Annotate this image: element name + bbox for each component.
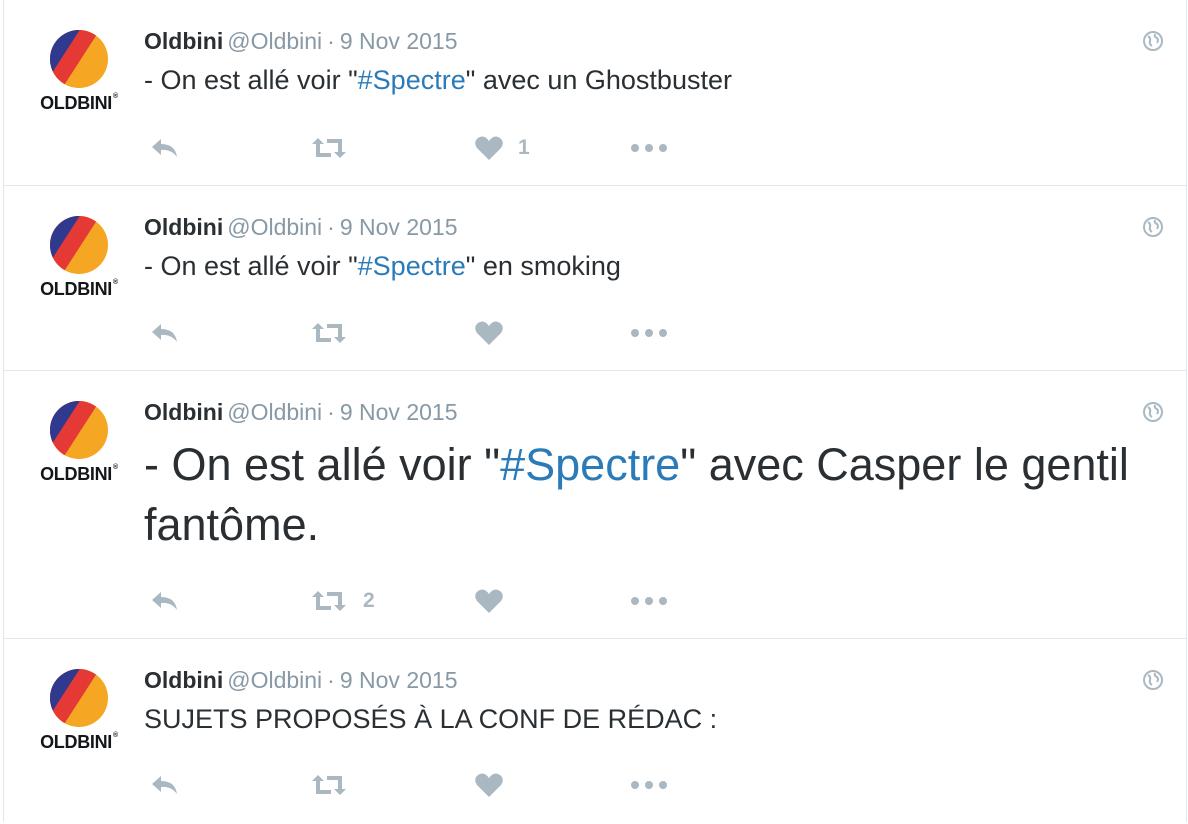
reply-icon xyxy=(152,776,177,794)
avatar-label: OLDBINI® xyxy=(40,732,118,752)
retweet-button[interactable] xyxy=(309,133,363,163)
hashtag-link[interactable]: #Spectre xyxy=(500,439,680,490)
tweet-text: - On est allé voir "#Spectre" avec Caspe… xyxy=(144,439,1129,550)
timeline: OLDBINI® Oldbini @Oldbini · 9 Nov 2015 - On… xyxy=(3,0,1187,822)
tweet-header: Oldbini @Oldbini · 9 Nov 2015 xyxy=(144,212,1146,242)
hashtag-link[interactable]: #Spectre xyxy=(358,65,466,95)
tweet[interactable]: OLDBINI® Oldbini @Oldbini · 9 Nov 2015 - On… xyxy=(4,371,1186,639)
retweet-button[interactable] xyxy=(309,770,363,800)
tweet-actions xyxy=(149,770,709,800)
user-handle[interactable]: @Oldbini xyxy=(227,667,322,693)
more-icon xyxy=(631,597,667,605)
retweet-count: 2 xyxy=(363,589,375,612)
user-name[interactable]: Oldbini xyxy=(144,28,223,54)
heart-icon xyxy=(475,321,503,345)
more-icon xyxy=(631,144,667,152)
separator: · xyxy=(327,28,335,54)
heart-icon xyxy=(475,773,503,797)
user-name[interactable]: Oldbini xyxy=(144,667,223,693)
oldbini-logo-icon xyxy=(50,30,108,88)
tweet-actions xyxy=(149,318,709,348)
like-button[interactable] xyxy=(474,770,518,800)
avatar-label: OLDBINI® xyxy=(40,93,118,113)
user-handle[interactable]: @Oldbini xyxy=(227,214,322,240)
tweet-date[interactable]: 9 Nov 2015 xyxy=(340,28,458,54)
globe-icon xyxy=(1143,31,1163,51)
heart-icon xyxy=(475,589,503,613)
more-icon xyxy=(631,781,667,789)
separator: · xyxy=(327,399,335,425)
tweet-text: SUJETS PROPOSÉS À LA CONF DE RÉDAC : xyxy=(144,704,718,734)
separator: · xyxy=(327,214,335,240)
reply-icon xyxy=(152,324,177,342)
avatar[interactable]: OLDBINI® xyxy=(29,28,129,120)
tweet-date[interactable]: 9 Nov 2015 xyxy=(340,667,458,693)
reply-button[interactable] xyxy=(149,318,181,348)
retweet-icon xyxy=(312,591,346,611)
user-name[interactable]: Oldbini xyxy=(144,399,223,425)
tweet[interactable]: OLDBINI® Oldbini @Oldbini · 9 Nov 2015 SUJE… xyxy=(4,639,1186,822)
user-handle[interactable]: @Oldbini xyxy=(227,28,322,54)
reply-button[interactable] xyxy=(149,133,181,163)
avatar[interactable]: OLDBINI® xyxy=(29,214,129,306)
tweet-actions: 1 xyxy=(149,133,709,163)
tweet-header: Oldbini @Oldbini · 9 Nov 2015 xyxy=(144,665,1146,695)
reply-button[interactable] xyxy=(149,770,181,800)
retweet-icon xyxy=(312,775,346,795)
retweet-icon xyxy=(312,138,346,158)
user-name[interactable]: Oldbini xyxy=(144,214,223,240)
heart-icon xyxy=(475,136,503,160)
tweet-actions: 2 xyxy=(149,586,709,616)
avatar[interactable]: OLDBINI® xyxy=(29,399,129,491)
tweet-text: - On est allé voir "#Spectre" avec un Gh… xyxy=(144,65,732,95)
retweet-button[interactable] xyxy=(309,318,363,348)
separator: · xyxy=(327,667,335,693)
user-handle[interactable]: @Oldbini xyxy=(227,399,322,425)
tweet-header: Oldbini @Oldbini · 9 Nov 2015 xyxy=(144,26,1146,56)
tweet[interactable]: OLDBINI® Oldbini @Oldbini · 9 Nov 2015 - On… xyxy=(4,186,1186,371)
like-button[interactable] xyxy=(474,586,518,616)
more-button[interactable] xyxy=(629,318,669,348)
oldbini-logo-icon xyxy=(50,216,108,274)
tweet-date[interactable]: 9 Nov 2015 xyxy=(340,399,458,425)
reply-icon xyxy=(152,592,177,610)
hashtag-link[interactable]: #Spectre xyxy=(358,251,466,281)
globe-icon xyxy=(1143,402,1163,422)
globe-icon xyxy=(1143,217,1163,237)
tweet[interactable]: OLDBINI® Oldbini @Oldbini · 9 Nov 2015 - On… xyxy=(4,0,1186,186)
avatar-label: OLDBINI® xyxy=(40,279,118,299)
more-button[interactable] xyxy=(629,133,669,163)
like-button[interactable] xyxy=(474,318,518,348)
reply-icon xyxy=(152,139,177,157)
tweet-header: Oldbini @Oldbini · 9 Nov 2015 xyxy=(144,397,1146,427)
oldbini-logo-icon xyxy=(50,669,108,727)
tweet-date[interactable]: 9 Nov 2015 xyxy=(340,214,458,240)
avatar[interactable]: OLDBINI® xyxy=(29,667,129,759)
globe-icon xyxy=(1143,670,1163,690)
more-button[interactable] xyxy=(629,586,669,616)
like-button[interactable]: 1 xyxy=(474,133,530,163)
tweet-text: - On est allé voir "#Spectre" en smoking xyxy=(144,251,621,281)
retweet-button[interactable]: 2 xyxy=(309,586,375,616)
reply-button[interactable] xyxy=(149,586,181,616)
avatar-label: OLDBINI® xyxy=(40,464,118,484)
more-icon xyxy=(631,329,667,337)
retweet-icon xyxy=(312,323,346,343)
more-button[interactable] xyxy=(629,770,669,800)
oldbini-logo-icon xyxy=(50,401,108,459)
like-count: 1 xyxy=(518,136,530,159)
